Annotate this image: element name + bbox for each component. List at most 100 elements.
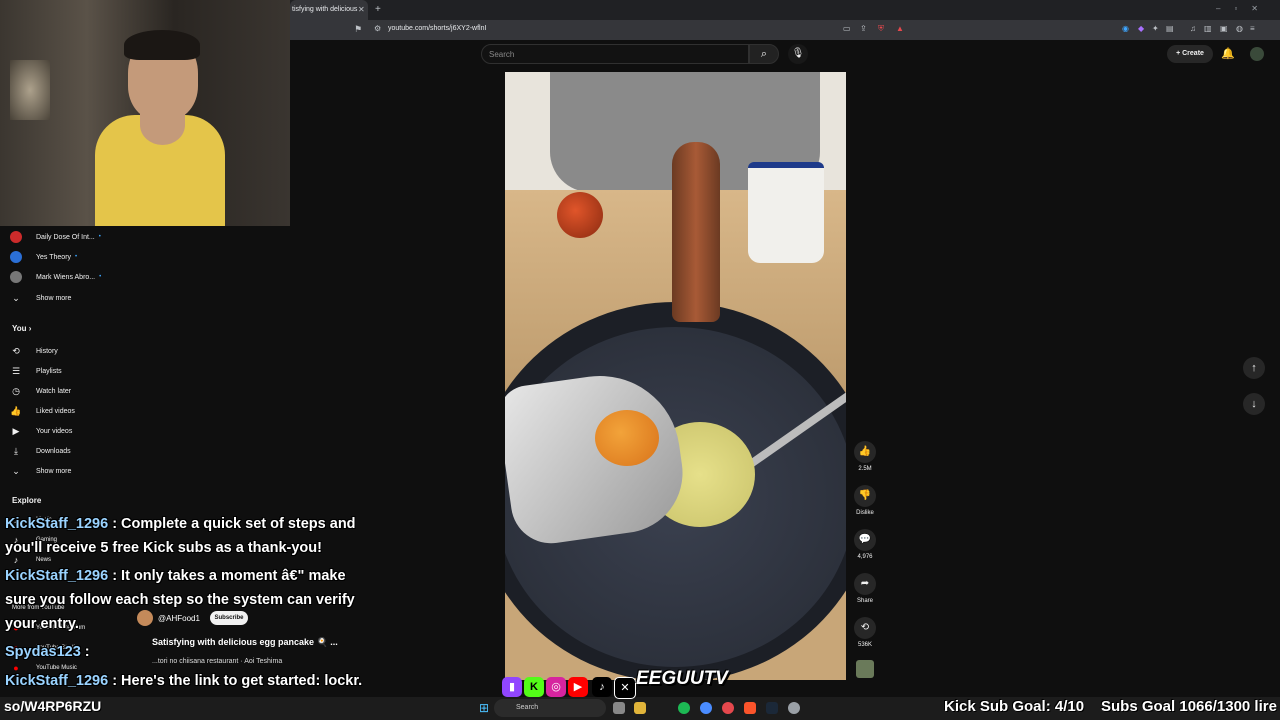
video-egg-yolk	[595, 410, 659, 466]
sidebar-subscription[interactable]: Mark Wiens Abro... •	[10, 271, 101, 283]
comment-icon[interactable]: 💬	[854, 529, 876, 551]
app-icon[interactable]	[722, 702, 734, 714]
remix-icon[interactable]: ⟲	[854, 617, 876, 639]
share-page-icon[interactable]: ⇪	[860, 24, 867, 33]
sidebar-item-playlists[interactable]: ☰ Playlists	[10, 365, 62, 377]
settings-icon[interactable]	[788, 702, 800, 714]
puzzle-icon[interactable]: ✦	[1152, 24, 1159, 33]
share-icon[interactable]: ➦	[854, 573, 876, 595]
twitch-icon: ▮	[502, 677, 522, 697]
thumb-up-icon[interactable]: 👍	[854, 441, 876, 463]
playlist-icon: ☰	[11, 366, 21, 376]
share-action[interactable]: ➦ Share	[851, 573, 879, 604]
search-button[interactable]: ⌕	[749, 44, 779, 64]
wallet-icon[interactable]: ▣	[1220, 24, 1228, 33]
channel-avatar[interactable]	[137, 610, 153, 626]
site-info-icon[interactable]: ⚙	[374, 24, 381, 33]
vpn-icon[interactable]: ◍	[1236, 24, 1243, 33]
remix-count: 536K	[857, 642, 872, 648]
chevron-down-icon: ⌄	[12, 466, 20, 476]
extension-icon[interactable]: ◉	[1122, 24, 1129, 33]
new-content-dot: •	[75, 254, 78, 260]
show-more-you[interactable]: ⌄ Show more	[10, 465, 71, 477]
like-count: 2.5M	[858, 466, 872, 472]
sidebar-item-label: Playlists	[36, 367, 62, 375]
brave-rewards-icon[interactable]: ▲	[896, 24, 904, 33]
extension-icon-2[interactable]: ◆	[1138, 24, 1144, 33]
subscription-label: Mark Wiens Abro...	[36, 273, 96, 281]
menu-icon[interactable]: ≡	[1250, 24, 1255, 33]
webcam-streamer-hair	[124, 30, 200, 60]
video-pan-handle	[672, 142, 720, 322]
brave-shield-icon[interactable]: ⛨	[878, 24, 884, 34]
video-icon: ▶	[12, 426, 20, 436]
new-tab-icon[interactable]: +	[375, 4, 381, 15]
voice-search-button[interactable]: 🎙	[788, 44, 808, 64]
sidebar-item-watch-later[interactable]: ◷ Watch later	[10, 385, 71, 397]
cast-icon[interactable]: ▭	[843, 24, 851, 33]
search-placeholder: Search	[489, 50, 515, 59]
window-controls[interactable]: –▫✕	[1216, 4, 1272, 13]
subscription-label: Yes Theory	[36, 253, 72, 261]
brave-icon[interactable]	[744, 702, 756, 714]
previous-short-button[interactable]: ↑	[1243, 357, 1265, 379]
subscribe-button[interactable]: Subscribe	[210, 611, 248, 625]
thumb-down-icon[interactable]: 👎	[854, 485, 876, 507]
chat-username: KickStaff_1296	[5, 516, 109, 532]
sidebar-item-liked-videos[interactable]: 👍 Liked videos	[10, 405, 75, 417]
create-button[interactable]: + Create	[1167, 45, 1213, 63]
split-view-icon[interactable]: ▥	[1204, 24, 1212, 33]
next-short-button[interactable]: ↓	[1243, 393, 1265, 415]
sidebar-toggle-icon[interactable]: ▤	[1166, 24, 1174, 33]
short-title[interactable]: Satisfying with delicious egg pancake 🍳 …	[152, 637, 338, 648]
webcam-lamp	[10, 60, 50, 120]
music-thumbnail[interactable]	[856, 660, 874, 678]
account-avatar[interactable]	[1250, 47, 1264, 61]
short-music[interactable]: ...tori no chiisana restaurant · Aoi Tes…	[152, 658, 282, 665]
channel-avatar	[10, 231, 22, 243]
bookmark-icon[interactable]: ⚑	[354, 24, 362, 35]
taskbar-search[interactable]	[494, 699, 606, 717]
video-tomato	[557, 192, 603, 238]
browser-tab[interactable]: tisfying with delicious	[290, 0, 368, 20]
remix-action[interactable]: ⟲ 536K	[851, 617, 879, 648]
chat-message: KickStaff_1296 : Here's the link to get …	[5, 673, 362, 689]
like-action[interactable]: 👍 2.5M	[851, 441, 879, 472]
sidebar-subscription[interactable]: Daily Dose Of Int... •	[10, 231, 101, 243]
browser-icon[interactable]	[700, 702, 712, 714]
sidebar-subscription[interactable]: Yes Theory •	[10, 251, 77, 263]
chat-message: your entry.	[5, 616, 79, 632]
chat-message: you'll receive 5 free Kick subs as a tha…	[5, 540, 322, 556]
url-text[interactable]: youtube.com/shorts/j6XY2-wflnI	[388, 25, 486, 32]
sidebar-item-label: History	[36, 347, 58, 355]
close-tab-icon[interactable]: ✕	[358, 5, 365, 14]
chat-text: : It only takes a moment â€" make	[108, 568, 346, 584]
channel-handle[interactable]: @AHFood1	[158, 614, 200, 623]
sidebar-item-label: News	[36, 557, 52, 563]
sidebar-item-your-videos[interactable]: ▶ Your videos	[10, 425, 73, 437]
dislike-action[interactable]: 👎 Dislike	[851, 485, 879, 516]
download-icon: ⤓	[14, 446, 18, 456]
search-input[interactable]	[481, 44, 749, 64]
steam-icon[interactable]	[766, 702, 778, 714]
webcam-feed	[0, 0, 290, 226]
notifications-bell-icon[interactable]: 🔔	[1221, 47, 1235, 60]
file-explorer-icon[interactable]	[634, 702, 646, 714]
channel-avatar	[10, 271, 22, 283]
you-heading[interactable]: You ›	[12, 324, 31, 333]
sidebar-item-history[interactable]: ⟲ History	[10, 345, 58, 357]
sidebar-item-label: Downloads	[36, 447, 71, 455]
short-video-player[interactable]	[505, 72, 846, 680]
media-icon[interactable]: ♫	[1190, 24, 1196, 33]
explore-heading: Explore	[12, 496, 42, 505]
windows-start-icon[interactable]: ⊞	[479, 701, 489, 715]
x-icon: ✕	[614, 677, 636, 699]
show-more-subscriptions[interactable]: ⌄ Show more	[10, 292, 71, 304]
task-view-icon[interactable]	[613, 702, 625, 714]
comments-action[interactable]: 💬 4,976	[851, 529, 879, 560]
sidebar-item-label: Liked videos	[36, 407, 75, 415]
show-more-label: Show more	[36, 294, 72, 302]
spotify-icon[interactable]	[678, 702, 690, 714]
sidebar-item-downloads[interactable]: ⤓ Downloads	[10, 445, 71, 457]
arrow-down-icon: ↓	[1251, 398, 1257, 410]
